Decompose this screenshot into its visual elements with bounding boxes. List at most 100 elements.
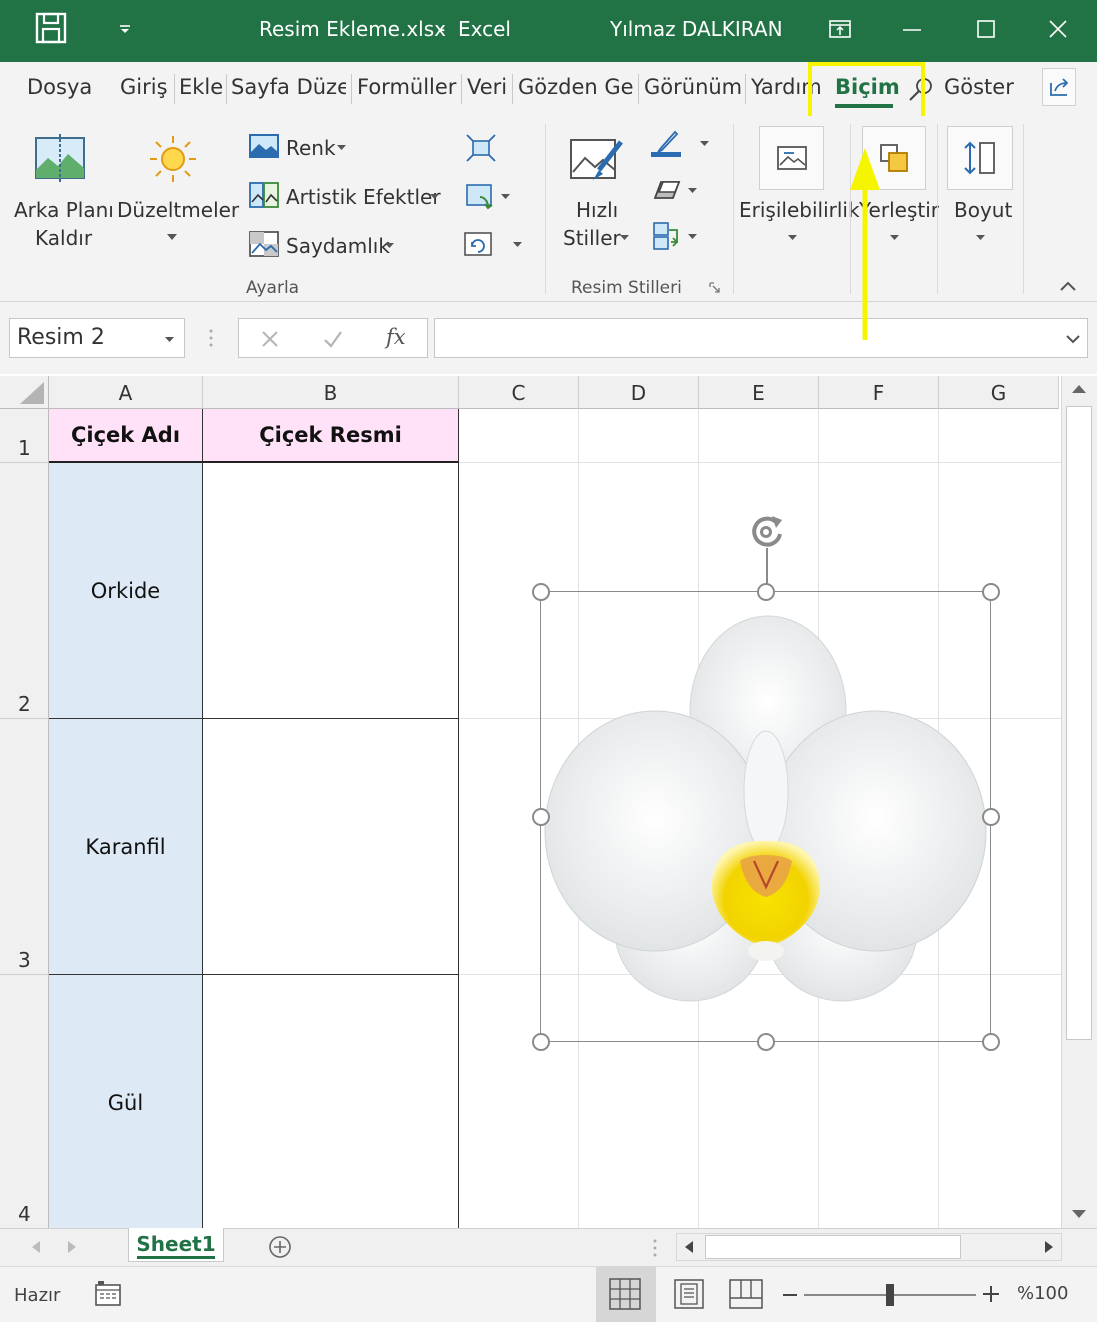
tab-gozden-gecir[interactable]: Gözden Geı [518, 75, 633, 99]
select-all-button[interactable] [0, 376, 49, 409]
picture-effects-dropdown-icon[interactable] [688, 188, 697, 193]
color-icon[interactable] [249, 134, 279, 158]
share-icon[interactable] [1042, 68, 1076, 106]
sheet-scroll-right-icon[interactable] [68, 1241, 76, 1253]
column-header-d[interactable]: D [579, 376, 699, 409]
normal-view-button[interactable] [596, 1267, 656, 1322]
name-box-dropdown-icon[interactable] [165, 337, 174, 342]
reset-picture-dropdown-icon[interactable] [513, 242, 522, 247]
resize-handle-top-left[interactable] [532, 583, 550, 601]
quick-styles-icon[interactable] [569, 136, 625, 188]
remove-background-label-2[interactable]: Kaldır [35, 226, 92, 250]
resize-handle-left[interactable] [532, 808, 550, 826]
tab-gorunum[interactable]: Görünüm [644, 75, 742, 99]
resize-handle-right[interactable] [982, 808, 1000, 826]
collapse-ribbon-icon[interactable] [1059, 280, 1077, 292]
color-label[interactable]: Renk [286, 136, 336, 160]
tab-veri[interactable]: Veri [467, 75, 507, 99]
horizontal-scroll-thumb[interactable] [705, 1235, 961, 1259]
row-header-1[interactable]: 1 [0, 409, 49, 463]
arrange-dropdown-icon[interactable] [890, 235, 899, 240]
cell-b3[interactable] [203, 719, 459, 975]
minimize-icon[interactable] [903, 28, 921, 32]
zoom-level[interactable]: %100 [1017, 1283, 1068, 1304]
column-header-b[interactable]: B [203, 376, 459, 409]
change-picture-icon[interactable] [466, 184, 496, 210]
quick-styles-label-1[interactable]: Hızlı [576, 198, 618, 222]
artistic-effects-icon[interactable] [249, 182, 279, 208]
maximize-icon[interactable] [977, 20, 995, 38]
cell-a4[interactable]: Gül [49, 975, 203, 1229]
tab-formuller[interactable]: Formüller [357, 75, 456, 99]
vertical-scroll-thumb[interactable] [1066, 406, 1092, 1040]
tab-ekle[interactable]: Ekle [179, 75, 223, 99]
scroll-right-icon[interactable] [1045, 1241, 1053, 1253]
sheet-scroll-left-icon[interactable] [32, 1241, 40, 1253]
picture-effects-icon[interactable] [653, 178, 683, 202]
artistic-dropdown-icon[interactable] [430, 194, 439, 199]
resize-handle-bottom-left[interactable] [532, 1033, 550, 1051]
size-dropdown-icon[interactable] [976, 235, 985, 240]
column-header-f[interactable]: F [819, 376, 939, 409]
scroll-down-icon[interactable] [1072, 1210, 1086, 1218]
column-header-c[interactable]: C [459, 376, 579, 409]
horizontal-scrollbar[interactable] [676, 1233, 1062, 1261]
resize-handle-top[interactable] [757, 583, 775, 601]
quick-styles-label-2[interactable]: Stiller [563, 226, 621, 250]
save-icon[interactable] [34, 12, 68, 44]
scroll-left-icon[interactable] [685, 1241, 693, 1253]
resize-handle-bottom-right[interactable] [982, 1033, 1000, 1051]
close-icon[interactable] [1049, 20, 1067, 38]
transparency-dropdown-icon[interactable] [385, 243, 394, 248]
transparency-icon[interactable] [249, 231, 279, 257]
formula-bar-grip-icon[interactable] [209, 329, 213, 347]
cell-a1[interactable]: Çiçek Adı [49, 409, 203, 463]
change-picture-dropdown-icon[interactable] [501, 194, 510, 199]
quick-styles-dropdown-icon[interactable] [620, 235, 629, 240]
accessibility-label[interactable]: Erişilebilirlik [739, 198, 860, 222]
tab-sayfa-duzeni[interactable]: Sayfa Düzeı [231, 75, 346, 99]
formula-input[interactable] [434, 318, 1088, 358]
picture-layout-dropdown-icon[interactable] [688, 234, 697, 239]
vertical-scrollbar[interactable] [1061, 376, 1097, 1228]
zoom-slider-thumb[interactable] [886, 1284, 894, 1306]
name-box[interactable]: Resim 2 [9, 318, 185, 358]
picture-layout-icon[interactable] [653, 222, 683, 250]
page-layout-view-icon[interactable] [674, 1279, 704, 1309]
zoom-out-icon[interactable] [783, 1293, 797, 1297]
picture-border-icon[interactable] [651, 130, 681, 158]
corrections-label[interactable]: Düzeltmeler [117, 198, 239, 222]
tab-giris[interactable]: Giriş [120, 75, 168, 99]
enter-icon[interactable] [323, 330, 343, 348]
remove-background-label-1[interactable]: Arka Planı [14, 198, 114, 222]
remove-background-icon[interactable] [34, 134, 86, 182]
compress-pictures-icon[interactable] [466, 134, 496, 162]
artistic-effects-label[interactable]: Artistik Efektler [286, 185, 441, 209]
picture-border-dropdown-icon[interactable] [700, 141, 709, 146]
zoom-in-icon[interactable] [983, 1286, 999, 1302]
transparency-label[interactable]: Saydamlık [286, 234, 390, 258]
row-header-3[interactable]: 3 [0, 719, 49, 975]
insert-function-button[interactable]: fx [386, 325, 406, 349]
cell-b1[interactable]: Çiçek Resmi [203, 409, 459, 463]
resize-handle-bottom[interactable] [757, 1033, 775, 1051]
cancel-icon[interactable] [261, 330, 279, 348]
cell-b2[interactable] [203, 463, 459, 719]
resize-handle-top-right[interactable] [982, 583, 1000, 601]
rotate-handle-icon[interactable] [746, 512, 790, 552]
tab-split-grip-icon[interactable] [653, 1239, 657, 1257]
user-name[interactable]: Yılmaz DALKIRAN [610, 17, 783, 41]
expand-formula-icon[interactable] [1066, 335, 1080, 344]
scroll-up-icon[interactable] [1072, 385, 1086, 393]
column-header-a[interactable]: A [49, 376, 203, 409]
column-header-g[interactable]: G [939, 376, 1059, 409]
corrections-sun-icon[interactable] [146, 134, 200, 184]
tab-dosya[interactable]: Dosya [27, 75, 92, 99]
macro-record-icon[interactable] [95, 1281, 123, 1307]
color-dropdown-icon[interactable] [337, 145, 346, 150]
sheet-tab-sheet1[interactable]: Sheet1 [128, 1228, 224, 1262]
column-header-e[interactable]: E [699, 376, 819, 409]
cell-a3[interactable]: Karanfil [49, 719, 203, 975]
row-header-2[interactable]: 2 [0, 463, 49, 719]
alt-text-icon[interactable] [759, 126, 824, 190]
